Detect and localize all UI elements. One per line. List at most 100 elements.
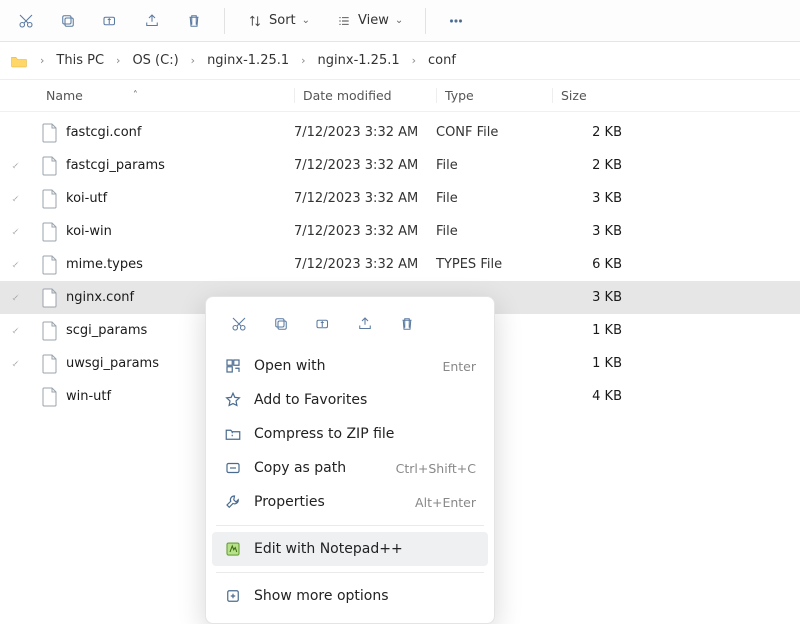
crumb-segment[interactable]: nginx-1.25.1 — [203, 51, 293, 70]
divider — [216, 525, 484, 526]
context-item-label: Edit with Notepad++ — [254, 541, 464, 557]
context-item[interactable]: Edit with Notepad++ — [212, 532, 488, 566]
table-row[interactable]: mime.types 7/12/2023 3:32 AMTYPES File6 K… — [0, 248, 800, 281]
file-type-cell: File — [436, 191, 552, 206]
npp-icon — [224, 540, 242, 558]
chevron-right-icon: › — [299, 54, 307, 67]
copypath-icon — [224, 459, 242, 477]
pin-icon — [0, 158, 28, 173]
table-row[interactable]: fastcgi.conf7/12/2023 3:32 AMCONF File2 … — [0, 116, 800, 149]
pin-icon — [0, 257, 28, 272]
file-name: win-utf — [66, 389, 111, 404]
chevron-right-icon: › — [114, 54, 122, 67]
file-size-cell: 2 KB — [552, 158, 632, 173]
file-name: koi-win — [66, 224, 112, 239]
file-type-cell: TYPES File — [436, 257, 552, 272]
chevron-down-icon: ⌄ — [395, 15, 403, 26]
context-item[interactable]: Add to Favorites — [212, 383, 488, 417]
file-name: fastcgi.conf — [66, 125, 141, 140]
context-menu: Open withEnter Add to Favorites Compress t… — [205, 296, 495, 624]
view-label: View — [358, 13, 389, 28]
star-icon — [224, 391, 242, 409]
copy-button[interactable] — [50, 5, 86, 37]
file-size-cell: 4 KB — [552, 389, 632, 404]
pin-icon — [0, 224, 28, 239]
chevron-right-icon: › — [410, 54, 418, 67]
file-date-cell: 7/12/2023 3:32 AM — [294, 257, 436, 272]
pin-icon — [0, 290, 28, 305]
context-item[interactable]: Show more options — [212, 579, 488, 613]
file-date-cell: 7/12/2023 3:32 AM — [294, 191, 436, 206]
column-date-header[interactable]: Date modified — [294, 88, 436, 103]
sort-label: Sort — [269, 13, 296, 28]
file-size-cell: 1 KB — [552, 356, 632, 371]
file-name-cell: koi-win — [28, 222, 294, 242]
more-icon — [224, 587, 242, 605]
context-item[interactable]: Compress to ZIP file — [212, 417, 488, 451]
view-button[interactable]: View ⌄ — [326, 5, 413, 37]
context-item-label: Properties — [254, 494, 403, 510]
file-type-cell: File — [436, 224, 552, 239]
sort-button[interactable]: Sort ⌄ — [237, 5, 320, 37]
table-row[interactable]: koi-win 7/12/2023 3:32 AMFile3 KB — [0, 215, 800, 248]
file-name-cell: fastcgi.conf — [28, 123, 294, 143]
zip-icon — [224, 425, 242, 443]
ctx-copy-icon[interactable] — [264, 309, 298, 339]
openwith-icon — [224, 357, 242, 375]
column-name-label: Name — [46, 88, 83, 103]
file-name: scgi_params — [66, 323, 147, 338]
file-size-cell: 3 KB — [552, 224, 632, 239]
sort-ascending-icon: ˄ — [133, 90, 138, 101]
ctx-share-icon[interactable] — [348, 309, 382, 339]
context-item[interactable]: Open withEnter — [212, 349, 488, 383]
context-item[interactable]: Properties Alt+Enter — [212, 485, 488, 519]
cut-button[interactable] — [8, 5, 44, 37]
column-type-header[interactable]: Type — [436, 88, 552, 103]
breadcrumb[interactable]: › This PC › OS (C:) › nginx-1.25.1 › ngi… — [0, 42, 800, 80]
file-name: uwsgi_params — [66, 356, 159, 371]
more-button[interactable] — [438, 5, 474, 37]
file-name: nginx.conf — [66, 290, 134, 305]
context-item-shortcut: Enter — [442, 359, 476, 374]
file-date-cell: 7/12/2023 3:32 AM — [294, 125, 436, 140]
context-item-label: Copy as path — [254, 460, 384, 476]
file-name: koi-utf — [66, 191, 107, 206]
divider — [216, 572, 484, 573]
crumb-segment[interactable]: This PC — [52, 51, 108, 70]
table-row[interactable]: fastcgi_params7/12/2023 3:32 AMFile2 KB — [0, 149, 800, 182]
context-item-label: Show more options — [254, 588, 464, 604]
column-size-header[interactable]: Size — [552, 88, 632, 103]
chevron-right-icon: › — [38, 54, 46, 67]
rename-button[interactable] — [92, 5, 128, 37]
file-size-cell: 3 KB — [552, 191, 632, 206]
context-item-shortcut: Alt+Enter — [415, 495, 476, 510]
context-item-label: Add to Favorites — [254, 392, 464, 408]
context-toolbar — [212, 305, 488, 349]
file-size-cell: 6 KB — [552, 257, 632, 272]
file-date-cell: 7/12/2023 3:32 AM — [294, 224, 436, 239]
file-name-cell: koi-utf — [28, 189, 294, 209]
ctx-cut-icon[interactable] — [222, 309, 256, 339]
crumb-segment[interactable]: OS (C:) — [128, 51, 182, 70]
context-item-label: Compress to ZIP file — [254, 426, 464, 442]
crumb-segment[interactable]: nginx-1.25.1 — [314, 51, 404, 70]
share-button[interactable] — [134, 5, 170, 37]
file-size-cell: 2 KB — [552, 125, 632, 140]
pin-icon — [0, 191, 28, 206]
column-name-header[interactable]: Name ˄ — [46, 88, 294, 103]
delete-button[interactable] — [176, 5, 212, 37]
file-name: mime.types — [66, 257, 143, 272]
wrench-icon — [224, 493, 242, 511]
file-name: fastcgi_params — [66, 158, 165, 173]
context-item[interactable]: Copy as path Ctrl+Shift+C — [212, 451, 488, 485]
crumb-segment[interactable]: conf — [424, 51, 460, 70]
file-type-cell: File — [436, 158, 552, 173]
ctx-delete-icon[interactable] — [390, 309, 424, 339]
file-name-cell: mime.types — [28, 255, 294, 275]
chevron-right-icon: › — [189, 54, 197, 67]
ctx-rename-icon[interactable] — [306, 309, 340, 339]
table-row[interactable]: koi-utf 7/12/2023 3:32 AMFile3 KB — [0, 182, 800, 215]
file-size-cell: 1 KB — [552, 323, 632, 338]
context-item-shortcut: Ctrl+Shift+C — [396, 461, 476, 476]
pin-icon — [0, 356, 28, 371]
